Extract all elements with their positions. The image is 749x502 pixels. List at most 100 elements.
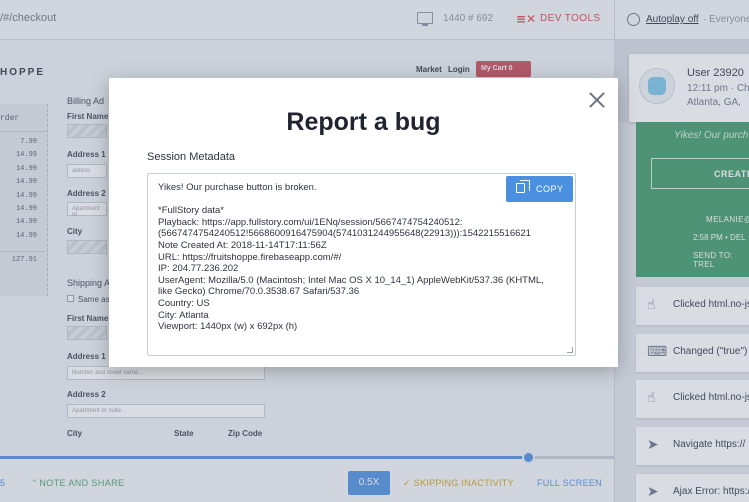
pointer-icon: ☝ <box>647 297 656 313</box>
metadata-line: like Gecko) Chrome/70.0.3538.67 Safari/5… <box>158 286 360 298</box>
metadata-line: IP: 204.77.236.202 <box>158 263 239 275</box>
metadata-line: Note Created At: 2018-11-14T17:11:56Z <box>158 239 327 251</box>
first-name-field[interactable] <box>67 124 107 138</box>
order-price: 14.99 <box>15 231 37 240</box>
address2-field[interactable]: Apartment or <box>67 202 107 218</box>
note-card: Yikes! Our purch CREATE MELANIE@ 2:58 PM… <box>636 122 749 277</box>
note-and-share-label: NOTE AND SHARE <box>39 478 125 488</box>
site-brand: HOPPE <box>0 67 46 78</box>
page-url: /#/checkout <box>0 12 57 24</box>
event-text: Changed ("true") <box>673 346 748 357</box>
dev-tools-icon[interactable]: ≡✕ <box>516 12 536 26</box>
shipping-first-name-label: First Name <box>67 314 109 323</box>
full-screen-button[interactable]: FULL SCREEN <box>537 478 602 488</box>
nav-login-link[interactable]: Login <box>448 65 470 74</box>
shipping-address1-field[interactable]: Number and street name... <box>67 366 265 380</box>
event-text: Navigate https:// <box>673 439 746 450</box>
city-field[interactable] <box>67 240 107 254</box>
metadata-line: UserAgent: Mozilla/5.0 (Macintosh; Intel… <box>158 274 544 286</box>
copy-button[interactable]: COPY <box>506 176 573 202</box>
note-author: MELANIE@ <box>706 215 749 224</box>
nav-market-link[interactable]: Market <box>416 65 442 74</box>
report-bug-dialog: Report a bug Session Metadata Yikes! Our… <box>109 78 618 367</box>
note-and-share-button[interactable]: “ NOTE AND SHARE <box>33 478 124 488</box>
user-time: 12:11 pm · Chro <box>687 83 749 94</box>
metadata-line: Country: US <box>158 297 210 309</box>
billing-heading: Billing Ad <box>67 96 105 106</box>
event-item[interactable]: ☝ Clicked html.no-js <box>636 287 749 325</box>
metadata-line: Viewport: 1440px (w) x 692px (h) <box>158 321 298 333</box>
close-icon[interactable] <box>587 90 607 110</box>
event-text: Clicked html.no-js <box>673 299 749 310</box>
copy-icon <box>516 180 530 193</box>
address2-label: Address 2 <box>67 189 106 198</box>
metadata-line: City: Atlanta <box>158 309 209 321</box>
order-price: 14.99 <box>15 218 37 227</box>
address1-label: Address 1 <box>67 150 106 159</box>
skip-inactivity-toggle[interactable]: ✓ SKIPPING INACTIVITY <box>403 478 514 489</box>
copy-label: COPY <box>536 184 564 194</box>
session-sidebar: Autoplay off · Everyone User 23920 12:11… <box>614 0 749 502</box>
autoplay-toggle[interactable]: Autoplay off <box>646 14 699 25</box>
playback-speed-button[interactable]: 0.5X <box>348 471 390 495</box>
user-location: Atlanta, GA, <box>687 97 741 108</box>
user-card[interactable]: User 23920 12:11 pm · Chro Atlanta, GA, <box>629 54 749 122</box>
event-text: Ajax Error: https:/ <box>673 486 749 497</box>
timeline-progress <box>0 456 529 459</box>
metadata-line: URL: https://fruitshoppe.firebaseapp.com… <box>158 251 342 263</box>
playback-bar: 5 “ NOTE AND SHARE 0.5X ✓ SKIPPING INACT… <box>0 458 614 502</box>
resize-handle[interactable] <box>567 347 573 353</box>
check-icon: ✓ <box>403 478 411 488</box>
shipping-first-name-field[interactable] <box>67 326 107 340</box>
event-filter[interactable]: · Everyone <box>703 14 749 25</box>
order-summary: rder 7.99 14.99 14.99 14.99 14.99 14.99 … <box>0 104 48 296</box>
monitor-icon <box>417 12 433 26</box>
pointer-icon: ☝ <box>647 390 656 406</box>
order-price: 14.99 <box>15 164 37 173</box>
playback-timeline[interactable] <box>0 451 614 464</box>
event-item[interactable]: ☝ Clicked html.no-js <box>636 380 749 418</box>
keyboard-icon: ⌨ <box>647 344 668 360</box>
order-price: 14.99 <box>15 191 37 200</box>
event-text: Clicked html.no-js <box>673 392 749 403</box>
event-item[interactable]: ⌨ Changed ("true") <box>636 334 749 372</box>
quote-icon: “ <box>33 478 37 488</box>
shipping-address2-field[interactable]: Apartment or suite... <box>67 404 265 418</box>
note-send-to: SEND TO: TREL <box>693 251 733 269</box>
shipping-zip-label: Zip Code <box>228 429 263 438</box>
order-total: 127.91 <box>0 251 47 264</box>
playback-time-fragment: 5 <box>0 478 6 488</box>
replay-top-bar: /#/checkout 1440 # 692 ≡✕ DEV TOOLS <box>0 0 614 40</box>
first-name-label: First Name <box>67 112 109 121</box>
metadata-line: (5667474754240512!5668600916475904(57410… <box>158 228 531 240</box>
timeline-scrubber[interactable] <box>522 451 536 464</box>
navigate-icon: ➤ <box>647 437 659 453</box>
cart-button[interactable]: My Cart 0 <box>476 61 531 77</box>
order-price: 14.99 <box>15 204 37 213</box>
same-as-label: Same as <box>78 295 110 304</box>
error-icon: ➤ <box>647 484 659 500</box>
create-button[interactable]: CREATE <box>651 158 749 189</box>
order-price: 7.99 <box>20 138 37 146</box>
event-item[interactable]: ➤ Navigate https:// <box>636 427 749 465</box>
skip-inactivity-label: SKIPPING INACTIVITY <box>413 478 514 488</box>
metadata-line: Playback: https://app.fullstory.com/ui/1… <box>158 216 463 228</box>
note-text: Yikes! Our purch <box>674 130 749 141</box>
address1-field[interactable]: adress <box>67 164 107 178</box>
order-price: 14.99 <box>15 178 37 187</box>
metadata-line: Yikes! Our purchase button is broken. <box>158 182 317 193</box>
dev-tools-button[interactable]: DEV TOOLS <box>540 13 600 24</box>
shipping-heading: Shipping A <box>67 278 111 288</box>
event-item[interactable]: ➤ Ajax Error: https:/ <box>636 474 749 502</box>
order-heading: rder <box>0 104 47 132</box>
order-price: 14.99 <box>15 151 37 160</box>
metadata-line: *FullStory data* <box>158 205 225 217</box>
shipping-city-label: City <box>67 429 83 438</box>
viewport-size: 1440 # 692 <box>443 13 494 24</box>
note-time: 2:58 PM • DEL <box>693 233 746 242</box>
shipping-state-label: State <box>174 429 194 438</box>
city-label: City <box>67 227 83 236</box>
same-as-checkbox[interactable] <box>67 295 74 302</box>
dialog-title: Report a bug <box>286 108 441 136</box>
shipping-address1-label: Address 1 <box>67 352 106 361</box>
